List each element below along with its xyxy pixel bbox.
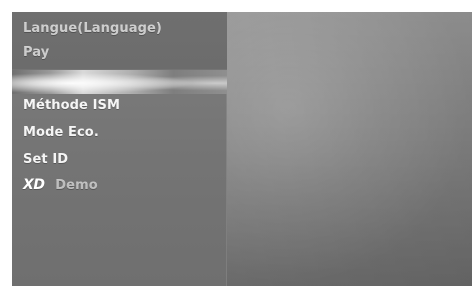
menu-item-set-id-label: Set ID: [23, 152, 69, 167]
menu-item-language-label: Langue(Language): [23, 21, 162, 36]
menu-item-demo[interactable]: XD Demo: [23, 177, 98, 195]
menu-selection-highlight: [12, 70, 227, 94]
menu-item-ism-method[interactable]: Méthode ISM: [23, 97, 120, 115]
menu-item-demo-label: Demo: [55, 178, 98, 193]
menu-item-pay-label: Pay: [23, 45, 50, 60]
xd-logo: XD: [23, 178, 45, 192]
tv-screen: Langue(Language) Pay Méthode ISM Mode Ec…: [12, 12, 472, 286]
xd-logo-text: XD: [23, 177, 45, 193]
settings-menu-panel: Langue(Language) Pay Méthode ISM Mode Ec…: [12, 12, 227, 286]
preview-area: [227, 12, 472, 286]
menu-item-ism-method-label: Méthode ISM: [23, 98, 121, 113]
menu-item-language[interactable]: Langue(Language): [23, 20, 162, 38]
menu-item-eco-mode-label: Mode Eco.: [23, 125, 99, 140]
menu-item-set-id[interactable]: Set ID: [23, 151, 68, 169]
menu-item-pay[interactable]: Pay: [23, 44, 49, 62]
menu-item-eco-mode[interactable]: Mode Eco.: [23, 124, 99, 142]
